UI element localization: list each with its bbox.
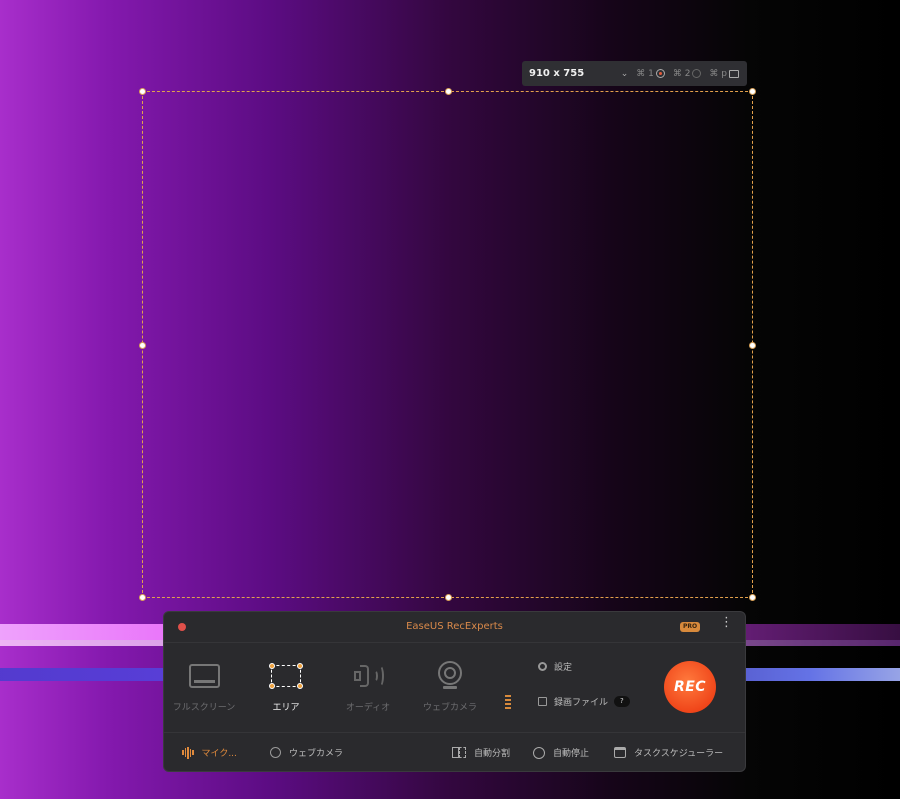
webcam-toggle[interactable]: ウェブカメラ — [270, 746, 343, 759]
more-menu-icon[interactable]: ⋮ — [720, 616, 733, 629]
resize-handle-top-right[interactable] — [749, 88, 756, 95]
recordings-badge: ? — [614, 696, 630, 707]
chevron-down-icon[interactable]: ⌄ — [621, 69, 629, 79]
mode-fullscreen[interactable]: フルスクリーン — [164, 656, 244, 713]
webcam-icon — [437, 661, 463, 691]
stop-shortcut[interactable]: ⌘ 2 — [673, 69, 702, 79]
webcam-small-icon — [270, 747, 281, 758]
area-select-icon — [269, 663, 303, 689]
mode-webcam[interactable]: ウェブカメラ — [410, 656, 490, 713]
resize-handle-top-left[interactable] — [139, 88, 146, 95]
mode-label: フルスクリーン — [172, 703, 236, 713]
auto-split-button[interactable]: 自動分割 — [452, 746, 510, 759]
area-size-label: 910 x 755 — [529, 68, 585, 79]
screenshot-shortcut[interactable]: ⌘ p — [709, 69, 739, 79]
app-title: EaseUS RecExperts — [406, 621, 503, 632]
resize-handle-left[interactable] — [139, 342, 146, 349]
recording-area-selection[interactable] — [139, 88, 756, 601]
resize-handle-bottom[interactable] — [445, 594, 452, 601]
microphone-level-icon — [182, 746, 194, 759]
folder-icon — [538, 697, 547, 706]
task-scheduler-button[interactable]: タスクスケジューラー — [614, 746, 723, 759]
stop-icon — [692, 69, 702, 78]
microphone-toggle[interactable]: マイク... — [182, 746, 237, 759]
drag-handle-icon[interactable] — [505, 695, 511, 711]
gear-icon — [538, 662, 547, 671]
rec-button[interactable]: REC — [664, 661, 716, 713]
mode-audio[interactable]: オーディオ — [328, 656, 408, 713]
selection-toolbar: 910 x 755 ⌄ ⌘ 1 ⌘ 2 ⌘ p — [522, 61, 747, 86]
auto-stop-button[interactable]: 自動停止 — [533, 746, 589, 759]
monitor-icon — [188, 664, 220, 688]
mode-label: オーディオ — [345, 703, 391, 713]
settings-link[interactable]: 設定 — [538, 660, 572, 673]
pro-badge[interactable]: PRO — [680, 622, 700, 632]
record-shortcut[interactable]: ⌘ 1 — [636, 69, 665, 79]
mode-area[interactable]: エリア — [246, 656, 326, 713]
resize-handle-bottom-right[interactable] — [749, 594, 756, 601]
camera-icon — [729, 69, 739, 78]
alarm-clock-icon — [533, 746, 545, 759]
recordings-link[interactable]: 録画ファイル ? — [538, 695, 630, 708]
mode-label: ウェブカメラ — [422, 703, 477, 713]
speaker-icon — [352, 662, 384, 690]
panel-titlebar[interactable]: EaseUS RecExperts PRO ⋮ — [164, 612, 745, 643]
resize-handle-bottom-left[interactable] — [139, 594, 146, 601]
record-icon — [655, 69, 665, 78]
resize-handle-right[interactable] — [749, 342, 756, 349]
recexperts-panel: EaseUS RecExperts PRO ⋮ フルスクリーン エリア オーディ… — [164, 612, 745, 771]
calendar-icon — [614, 747, 626, 758]
bottom-toolbar: マイク... ウェブカメラ 自動分割 自動停止 タスクスケジューラー — [164, 732, 745, 772]
resize-handle-top[interactable] — [445, 88, 452, 95]
mode-label: エリア — [272, 703, 300, 713]
split-icon — [452, 747, 466, 758]
